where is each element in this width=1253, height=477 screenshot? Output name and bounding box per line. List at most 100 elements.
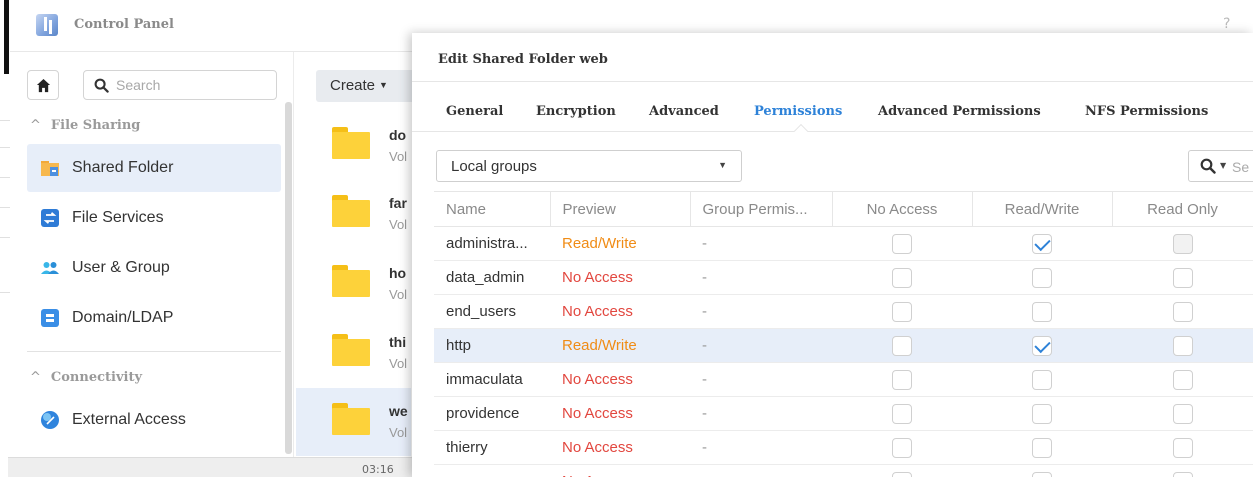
group-name-cell: providence (434, 396, 550, 431)
no-access-checkbox[interactable] (892, 335, 912, 356)
shared-folder-list: Create ▼ do Vol far Vol ho Vol thi Vol we… (296, 52, 426, 457)
read-write-checkbox[interactable] (1032, 233, 1052, 254)
create-button[interactable]: Create ▼ (316, 70, 426, 102)
read-write-checkbox[interactable] (1032, 267, 1052, 288)
table-row[interactable]: end_users No Access - (434, 294, 1253, 329)
folder-row[interactable]: thi Vol (296, 319, 411, 387)
create-label: Create (330, 77, 376, 94)
sidebar-item-user-group[interactable]: User & Group (27, 244, 281, 292)
table-row[interactable]: administra... Read/Write - (434, 226, 1253, 261)
tab-advanced[interactable]: Advanced (649, 104, 719, 119)
group-name-cell: administra... (434, 226, 550, 261)
group-permission-value: - (702, 303, 707, 320)
folder-row[interactable]: do Vol (296, 112, 411, 180)
read-write-checkbox[interactable] (1032, 403, 1052, 424)
folder-row[interactable]: ho Vol (296, 250, 411, 318)
no-access-checkbox[interactable] (892, 233, 912, 254)
no-access-checkbox[interactable] (892, 301, 912, 322)
external-access-icon (41, 411, 59, 429)
window-title: Control Panel (74, 17, 174, 32)
table-row[interactable]: providence No Access - (434, 396, 1253, 431)
shared-folder-icon (41, 161, 59, 176)
read-only-checkbox[interactable] (1172, 301, 1193, 322)
sidebar-item-file-services[interactable]: File Services (27, 194, 281, 242)
table-header-row: Name Preview Group Permis... No Access R… (434, 191, 1253, 227)
group-name: administra... (446, 235, 528, 252)
preview-value: Read/Write (562, 337, 637, 354)
folder-volume: Vol (389, 425, 408, 440)
table-row[interactable]: No Access (434, 464, 1253, 477)
table-row[interactable]: immaculata No Access - (434, 362, 1253, 397)
table-row[interactable]: thierry No Access - (434, 430, 1253, 465)
read-only-checkbox[interactable] (1172, 335, 1193, 356)
active-tab-indicator (793, 123, 809, 139)
file-services-icon (41, 209, 59, 227)
tab-encryption[interactable]: Encryption (536, 104, 616, 119)
read-only-checkbox[interactable] (1172, 233, 1193, 254)
tab-nfs-permissions[interactable]: NFS Permissions (1085, 104, 1208, 119)
home-button[interactable] (27, 70, 59, 100)
column-header-name[interactable]: Name (434, 191, 551, 227)
search-input[interactable] (116, 76, 266, 94)
read-only-checkbox[interactable] (1172, 471, 1193, 477)
column-header-no-access[interactable]: No Access (832, 191, 973, 227)
group-name-cell: data_admin (434, 260, 550, 295)
column-header-group-permission[interactable]: Group Permis... (690, 191, 833, 227)
read-write-checkbox[interactable] (1032, 301, 1052, 322)
sidebar-scrollbar[interactable] (285, 102, 292, 454)
group-permission-value: - (702, 235, 707, 252)
group-name: data_admin (446, 269, 525, 286)
read-write-checkbox[interactable] (1032, 369, 1052, 390)
no-access-checkbox-cell (832, 328, 972, 363)
preview-value: No Access (562, 473, 633, 477)
group-type-select[interactable]: Local groups ▼ (436, 150, 742, 182)
folder-name: ho (389, 265, 407, 281)
read-write-checkbox[interactable] (1032, 437, 1052, 458)
group-permission-value-cell: - (690, 226, 832, 261)
preview-value-cell: No Access (550, 396, 690, 431)
preview-value: No Access (562, 439, 633, 456)
tab-general[interactable]: General (446, 104, 503, 119)
preview-value: Read/Write (562, 235, 637, 252)
filter-search[interactable]: ▼ Se (1188, 150, 1253, 182)
help-button[interactable]: ? (1223, 16, 1230, 32)
read-write-checkbox[interactable] (1032, 471, 1052, 477)
table-row[interactable]: data_admin No Access - (434, 260, 1253, 295)
no-access-checkbox[interactable] (892, 403, 912, 424)
column-header-read-only[interactable]: Read Only (1112, 191, 1253, 227)
column-header-read-write[interactable]: Read/Write (972, 191, 1113, 227)
home-icon (36, 78, 51, 93)
read-only-checkbox[interactable] (1172, 437, 1193, 458)
table-row[interactable]: http Read/Write - (434, 328, 1253, 363)
preview-value-cell: No Access (550, 464, 690, 477)
sidebar-search[interactable] (83, 70, 277, 100)
no-access-checkbox-cell (832, 464, 972, 477)
read-only-checkbox-cell (1112, 260, 1253, 295)
folder-row[interactable]: far Vol (296, 180, 411, 248)
no-access-checkbox[interactable] (892, 471, 912, 477)
no-access-checkbox[interactable] (892, 267, 912, 288)
read-only-checkbox[interactable] (1172, 403, 1193, 424)
section-connectivity[interactable]: ^ Connectivity (30, 370, 142, 385)
group-permission-value-cell: - (690, 294, 832, 329)
read-only-checkbox-cell (1112, 328, 1253, 363)
group-permission-value: - (702, 337, 707, 354)
dialog-title: Edit Shared Folder web (438, 52, 608, 67)
status-time: 03:16 (362, 463, 394, 476)
sidebar-item-external-access[interactable]: External Access (27, 396, 281, 444)
folder-volume: Vol (389, 287, 408, 302)
sidebar-item-shared-folder[interactable]: Shared Folder (27, 144, 281, 192)
read-only-checkbox-cell (1112, 294, 1253, 329)
tab-advanced-permissions[interactable]: Advanced Permissions (878, 104, 1041, 119)
tab-permissions[interactable]: Permissions (754, 104, 842, 119)
read-write-checkbox[interactable] (1032, 335, 1052, 356)
no-access-checkbox[interactable] (892, 369, 912, 390)
section-file-sharing[interactable]: ^ File Sharing (30, 118, 140, 133)
read-only-checkbox[interactable] (1172, 267, 1193, 288)
read-only-checkbox[interactable] (1172, 369, 1193, 390)
no-access-checkbox[interactable] (892, 437, 912, 458)
folder-row-selected[interactable]: we Vol (296, 388, 411, 456)
sidebar-item-domain-ldap[interactable]: Domain/LDAP (27, 294, 281, 342)
column-header-preview[interactable]: Preview (550, 191, 691, 227)
chevron-down-icon: ▼ (379, 80, 388, 90)
